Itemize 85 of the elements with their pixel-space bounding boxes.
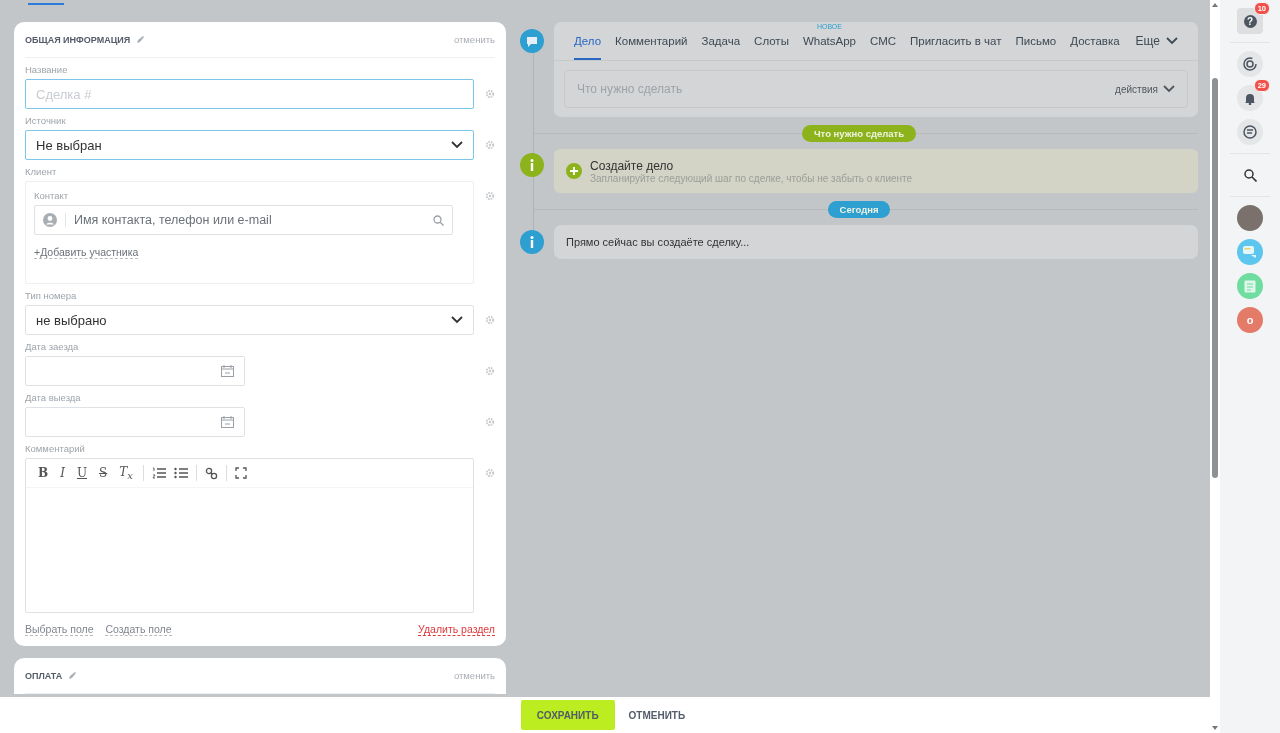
calendar-icon[interactable] <box>221 365 234 377</box>
link-icon[interactable] <box>204 466 218 480</box>
speech-bubbles-icon <box>1243 246 1257 258</box>
select-value: не выбрано <box>36 312 107 328</box>
settings-icon[interactable] <box>485 366 495 376</box>
italic-button[interactable]: I <box>58 466 67 480</box>
numbered-list-icon[interactable] <box>151 467 166 479</box>
bold-button[interactable]: B <box>36 466 51 480</box>
avatar-letter: o <box>1246 314 1254 326</box>
field-label: Дата заезда <box>25 341 80 352</box>
tab[interactable]: Пригласить в чат <box>910 22 1002 60</box>
info-icon <box>530 236 534 248</box>
clear-format-button[interactable]: T$_{x}$ <box>117 464 135 482</box>
select-value: Не выбран <box>36 137 102 153</box>
date-field[interactable] <box>25 356 245 386</box>
task-title: Создайте дело <box>590 158 675 173</box>
spiral-icon <box>1243 57 1257 71</box>
comment-icon <box>526 35 538 47</box>
chat-icon <box>1243 125 1257 139</box>
select-field[interactable]: не выбрано <box>25 305 474 335</box>
timeline-label: Что нужно сделать <box>801 124 917 142</box>
news-button[interactable] <box>1237 273 1263 299</box>
delete-section-link[interactable]: Удалить раздел <box>418 623 495 636</box>
bullet-list-icon[interactable] <box>173 467 188 479</box>
underline-button[interactable]: U <box>74 466 90 480</box>
field-label: Источник <box>25 115 67 126</box>
person-icon <box>43 213 57 227</box>
timeline-label: Сегодня <box>827 200 891 218</box>
bell-icon <box>1244 91 1256 105</box>
strikethrough-button[interactable]: S <box>97 466 110 480</box>
tab[interactable]: Слоты <box>754 22 789 60</box>
field-label: Тип номера <box>25 290 78 301</box>
comment-editor[interactable]: B I U S T$_{x}$ <box>25 458 474 613</box>
calendar-icon[interactable] <box>221 416 234 428</box>
pencil-icon[interactable] <box>136 35 146 44</box>
document-icon <box>1244 279 1256 293</box>
field-label: Дата выезда <box>25 392 82 403</box>
settings-icon[interactable] <box>485 140 495 150</box>
placeholder-text: Имя контакта, телефон или e-mail <box>74 213 273 227</box>
scroll-up-icon[interactable] <box>1212 3 1218 7</box>
contact-search-field[interactable]: Имя контакта, телефон или e-mail <box>34 205 453 235</box>
chevron-down-icon[interactable] <box>451 316 463 324</box>
field-label: Клиент <box>25 166 58 177</box>
pencil-icon[interactable] <box>68 671 78 680</box>
settings-icon[interactable] <box>485 191 495 201</box>
select-field[interactable]: Не выбран <box>25 130 474 160</box>
activity-button[interactable] <box>1237 51 1263 77</box>
fullscreen-icon[interactable] <box>234 467 247 479</box>
tab[interactable]: Доставка <box>1070 22 1120 60</box>
chat-button[interactable] <box>1237 119 1263 145</box>
tab[interactable]: Дело <box>574 22 602 60</box>
search-icon[interactable] <box>433 214 444 226</box>
tab[interactable]: Задача <box>701 22 741 60</box>
section-title: ОБЩАЯ ИНФОРМАЦИЯ <box>25 34 131 45</box>
field-label: Комментарий <box>25 443 86 454</box>
settings-icon[interactable] <box>485 89 495 99</box>
field-label: Контакт <box>34 190 70 201</box>
section-title: ОПЛАТА <box>25 670 63 681</box>
settings-icon[interactable] <box>485 315 495 325</box>
save-button[interactable]: СОХРАНИТЬ <box>520 700 615 730</box>
messages-button[interactable] <box>1237 239 1263 265</box>
user-avatar[interactable] <box>1237 205 1263 231</box>
help-glyph: ? <box>1243 14 1257 28</box>
scrollbar-thumb[interactable] <box>1212 78 1218 478</box>
tab[interactable]: Комментарий <box>615 22 688 60</box>
date-field[interactable] <box>25 407 245 437</box>
field-link[interactable]: Выбрать поле <box>25 623 94 636</box>
add-participant-link[interactable]: +Добавить участника <box>34 246 139 259</box>
settings-icon[interactable] <box>485 468 495 478</box>
info-icon <box>530 159 534 171</box>
chevron-down-icon[interactable] <box>1166 37 1178 45</box>
active-tab-indicator <box>28 3 64 5</box>
plus-circle-icon[interactable] <box>566 163 582 179</box>
field-link[interactable]: Создать поле <box>105 623 172 636</box>
chevron-down-icon[interactable] <box>451 141 463 149</box>
actions-dropdown[interactable]: действия <box>1115 83 1175 95</box>
search-icon <box>1243 168 1257 182</box>
field-label: Название <box>25 64 69 75</box>
tab[interactable]: Письмо <box>1015 22 1057 60</box>
settings-icon[interactable] <box>485 417 495 427</box>
more-tabs-button[interactable]: Еще <box>1135 34 1178 48</box>
info-text: Прямо сейчас вы создаёте сделку... <box>566 236 750 248</box>
tab[interactable]: СМС <box>869 22 897 60</box>
cancel-button[interactable]: ОТМЕНИТЬ <box>624 700 690 730</box>
scroll-down-icon[interactable] <box>1212 726 1218 730</box>
